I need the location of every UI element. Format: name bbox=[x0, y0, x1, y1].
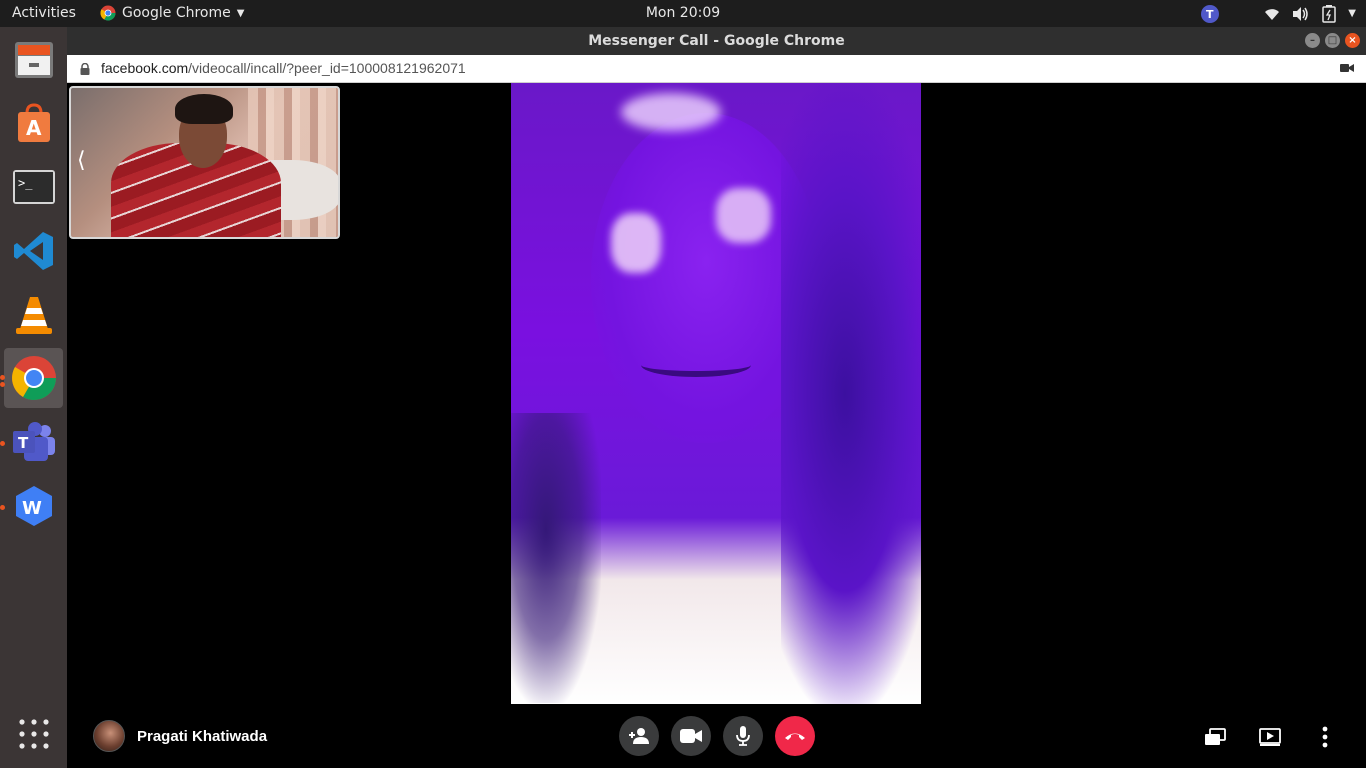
screen-share-icon bbox=[1205, 728, 1226, 745]
call-controls bbox=[619, 716, 815, 756]
more-vertical-icon bbox=[1322, 726, 1328, 748]
battery-icon[interactable] bbox=[1322, 4, 1337, 23]
dock-item-wps[interactable]: W bbox=[4, 476, 63, 536]
avatar bbox=[93, 720, 125, 752]
dock-item-software[interactable]: A bbox=[4, 93, 63, 153]
url-host: facebook.com bbox=[101, 60, 189, 76]
teams-tray-icon[interactable]: T bbox=[1200, 4, 1220, 24]
lock-icon[interactable] bbox=[80, 63, 90, 75]
svg-text:A: A bbox=[26, 116, 42, 140]
maximize-button[interactable]: □ bbox=[1325, 33, 1340, 48]
dock-item-vscode[interactable] bbox=[4, 221, 63, 281]
files-icon bbox=[14, 42, 53, 78]
system-tray[interactable]: T ▼ bbox=[1200, 3, 1356, 24]
call-extra-controls bbox=[1204, 725, 1336, 749]
close-button[interactable]: × bbox=[1345, 33, 1360, 48]
app-menu-label: Google Chrome bbox=[122, 5, 231, 21]
screen-share-button[interactable] bbox=[1204, 725, 1226, 749]
dock-item-terminal[interactable]: >_ bbox=[4, 157, 63, 217]
address-bar[interactable]: facebook.com/videocall/incall/?peer_id=1… bbox=[67, 55, 1366, 83]
svg-text:W: W bbox=[22, 498, 42, 519]
remote-highlight bbox=[716, 188, 771, 243]
show-applications-button[interactable] bbox=[4, 704, 63, 764]
remote-person bbox=[511, 413, 601, 703]
software-center-icon: A bbox=[17, 103, 50, 142]
dock-item-files[interactable] bbox=[4, 30, 63, 90]
clock[interactable]: Mon 20:09 bbox=[646, 5, 720, 21]
svg-text:T: T bbox=[18, 434, 29, 452]
chrome-small-icon bbox=[100, 5, 116, 21]
remote-highlight bbox=[611, 213, 661, 273]
watch-together-button[interactable] bbox=[1259, 725, 1281, 749]
self-view-video[interactable]: ⟨ bbox=[69, 86, 340, 239]
remote-person bbox=[641, 353, 751, 377]
url-path: /videocall/incall/?peer_id=1000081219620… bbox=[188, 60, 466, 76]
add-person-icon bbox=[629, 728, 649, 744]
chevron-down-icon: ▼ bbox=[236, 7, 245, 19]
window-title: Messenger Call - Google Chrome bbox=[588, 33, 845, 49]
running-indicator bbox=[0, 382, 5, 387]
caller-info: Pragati Khatiwada bbox=[93, 720, 267, 752]
microphone-toggle-button[interactable] bbox=[723, 716, 763, 756]
app-grid-icon bbox=[18, 719, 49, 749]
chevron-left-icon[interactable]: ⟨ bbox=[77, 148, 86, 173]
microphone-icon bbox=[736, 726, 750, 746]
hang-up-icon bbox=[785, 733, 805, 740]
wifi-icon[interactable] bbox=[1264, 7, 1280, 21]
svg-text:>_: >_ bbox=[18, 176, 33, 190]
end-call-button[interactable] bbox=[775, 716, 815, 756]
volume-icon[interactable] bbox=[1292, 6, 1310, 22]
dock: A >_ T W bbox=[0, 27, 67, 768]
vscode-icon bbox=[13, 232, 53, 270]
video-toggle-button[interactable] bbox=[671, 716, 711, 756]
url-text[interactable]: facebook.com/videocall/incall/?peer_id=1… bbox=[101, 60, 466, 76]
self-view-person bbox=[175, 94, 233, 124]
dock-item-vlc[interactable] bbox=[4, 285, 63, 345]
running-indicator bbox=[0, 375, 5, 380]
window-titlebar[interactable]: Messenger Call - Google Chrome – □ × bbox=[67, 27, 1366, 55]
remote-participant-video bbox=[511, 83, 921, 704]
dock-item-chrome[interactable] bbox=[4, 348, 63, 408]
camera-in-use-icon[interactable] bbox=[1340, 63, 1354, 73]
system-menu-chevron-icon[interactable]: ▼ bbox=[1348, 8, 1356, 19]
svg-text:T: T bbox=[1206, 8, 1214, 21]
caller-name: Pragati Khatiwada bbox=[137, 727, 268, 745]
video-camera-icon bbox=[680, 729, 702, 743]
chrome-icon bbox=[11, 356, 56, 400]
video-call-area: ⟨ Pragati Khatiwada bbox=[67, 83, 1366, 768]
dock-item-teams[interactable]: T bbox=[4, 412, 63, 472]
gnome-top-bar: Activities Google Chrome ▼ Mon 20:09 T ▼ bbox=[0, 0, 1366, 27]
running-indicator bbox=[0, 441, 5, 446]
play-video-icon bbox=[1259, 728, 1281, 746]
wps-icon: W bbox=[15, 486, 52, 526]
more-options-button[interactable] bbox=[1314, 725, 1336, 749]
app-menu[interactable]: Google Chrome ▼ bbox=[100, 5, 244, 21]
running-indicator bbox=[0, 505, 5, 510]
activities-button[interactable]: Activities bbox=[12, 5, 76, 21]
vlc-icon bbox=[15, 297, 52, 334]
minimize-button[interactable]: – bbox=[1305, 33, 1320, 48]
remote-highlight bbox=[621, 93, 721, 131]
teams-icon: T bbox=[12, 422, 55, 461]
add-person-button[interactable] bbox=[619, 716, 659, 756]
remote-person bbox=[781, 83, 921, 704]
terminal-icon: >_ bbox=[12, 170, 55, 204]
